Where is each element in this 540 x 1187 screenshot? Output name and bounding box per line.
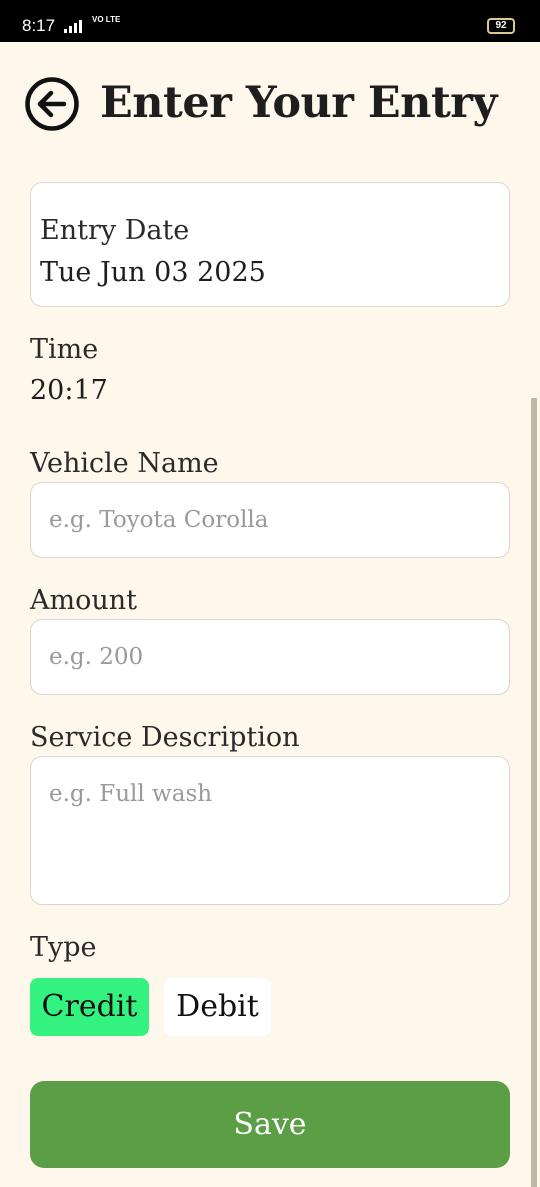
credit-button[interactable]: Credit xyxy=(30,978,149,1036)
scrollbar[interactable] xyxy=(531,398,537,1187)
service-description-input[interactable] xyxy=(31,757,509,904)
time-label: Time xyxy=(30,334,99,365)
vehicle-name-input[interactable] xyxy=(31,483,509,557)
service-description-field-container xyxy=(30,756,510,905)
amount-label: Amount xyxy=(30,585,137,616)
amount-field-container xyxy=(30,619,510,695)
save-button[interactable]: Save xyxy=(30,1081,510,1168)
vehicle-name-field-container xyxy=(30,482,510,558)
entry-date-value: Tue Jun 03 2025 xyxy=(40,257,266,288)
back-arrow-icon[interactable] xyxy=(24,76,80,132)
type-label: Type xyxy=(30,932,97,963)
service-description-label: Service Description xyxy=(30,722,300,753)
signal-icon xyxy=(64,19,86,33)
time-value[interactable]: 20:17 xyxy=(30,375,108,406)
amount-input[interactable] xyxy=(31,620,509,694)
page-title: Enter Your Entry xyxy=(100,78,497,128)
battery-icon: 92 xyxy=(487,18,515,34)
entry-date-label: Entry Date xyxy=(40,215,190,246)
entry-date-picker[interactable]: Entry Date Tue Jun 03 2025 xyxy=(30,182,510,307)
network-indicator: VO LTE xyxy=(92,15,121,24)
debit-button[interactable]: Debit xyxy=(164,978,271,1036)
header: Enter Your Entry xyxy=(24,74,514,132)
status-bar: 8:17 VO LTE 92 xyxy=(0,0,540,42)
vehicle-name-label: Vehicle Name xyxy=(30,448,219,479)
status-time: 8:17 xyxy=(22,16,56,35)
